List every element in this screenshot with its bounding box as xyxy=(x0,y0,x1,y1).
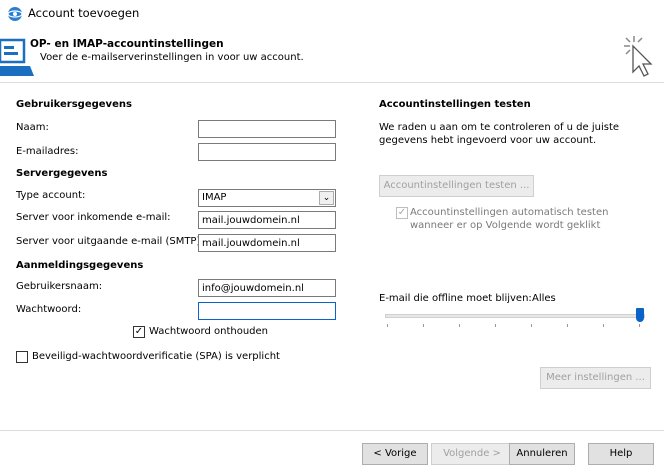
username-input[interactable] xyxy=(198,279,336,297)
slider-tick xyxy=(423,324,424,327)
page-subtitle: Voer de e-mailserverinstellingen in voor… xyxy=(40,52,304,63)
slider-tick xyxy=(639,324,640,327)
login-info-heading: Aanmeldingsgegevens xyxy=(16,260,144,271)
chevron-down-icon[interactable]: ⌄ xyxy=(319,191,334,205)
help-button[interactable]: Help xyxy=(588,443,654,465)
incoming-server-input[interactable] xyxy=(198,211,336,229)
slider-tick xyxy=(567,324,568,327)
password-input[interactable] xyxy=(198,302,336,320)
incoming-server-label: Server voor inkomende e-mail: xyxy=(16,212,171,223)
offline-label: E-mail die offline moet blijven: xyxy=(379,293,532,304)
click-cursor-icon xyxy=(620,34,656,78)
password-label: Wachtwoord: xyxy=(16,304,82,315)
username-label: Gebruikersnaam: xyxy=(16,281,103,292)
auto-test-checkbox[interactable]: ✓ xyxy=(396,207,408,219)
auto-test-label: Accountinstellingen automatisch testen w… xyxy=(410,207,609,231)
test-description: We raden u aan om te controleren of u de… xyxy=(379,122,620,146)
name-input[interactable] xyxy=(198,120,336,138)
next-button[interactable]: Volgende > xyxy=(431,443,513,465)
account-type-select[interactable]: IMAP ⌄ xyxy=(198,189,336,207)
name-label: Naam: xyxy=(16,122,49,133)
spa-label: Beveiligd-wachtwoordverificatie (SPA) is… xyxy=(32,351,280,362)
back-button[interactable]: < Vorige xyxy=(362,443,428,465)
slider-tick xyxy=(531,324,532,327)
offline-value: Alles xyxy=(532,293,556,304)
server-info-heading: Servergegevens xyxy=(16,168,108,179)
offline-slider-track[interactable] xyxy=(385,314,645,318)
outgoing-server-input[interactable] xyxy=(198,234,336,252)
remember-password-checkbox[interactable]: ✓ xyxy=(133,326,145,338)
outlook-icon xyxy=(6,5,24,23)
slider-tick xyxy=(387,324,388,327)
account-type-value: IMAP xyxy=(202,192,227,203)
offline-slider-thumb[interactable] xyxy=(636,308,644,322)
remember-password-label: Wachtwoord onthouden xyxy=(149,326,269,337)
footer-divider xyxy=(0,430,664,431)
more-settings-button[interactable]: Meer instellingen ... xyxy=(540,367,651,389)
test-settings-button[interactable]: Accountinstellingen testen ... xyxy=(379,175,534,197)
page-title: OP- en IMAP-accountinstellingen xyxy=(30,38,224,50)
outgoing-server-label: Server voor uitgaande e-mail (SMTP): xyxy=(16,236,204,247)
email-label: E-mailadres: xyxy=(16,146,79,157)
user-info-heading: Gebruikersgegevens xyxy=(16,99,132,110)
slider-tick xyxy=(459,324,460,327)
cancel-button[interactable]: Annuleren xyxy=(509,443,575,465)
account-type-label: Type account: xyxy=(16,190,86,201)
slider-tick xyxy=(495,324,496,327)
slider-tick xyxy=(603,324,604,327)
spa-checkbox[interactable] xyxy=(16,351,28,363)
window-title: Account toevoegen xyxy=(28,6,140,20)
test-heading: Accountinstellingen testen xyxy=(379,99,531,110)
email-input[interactable] xyxy=(198,143,336,161)
